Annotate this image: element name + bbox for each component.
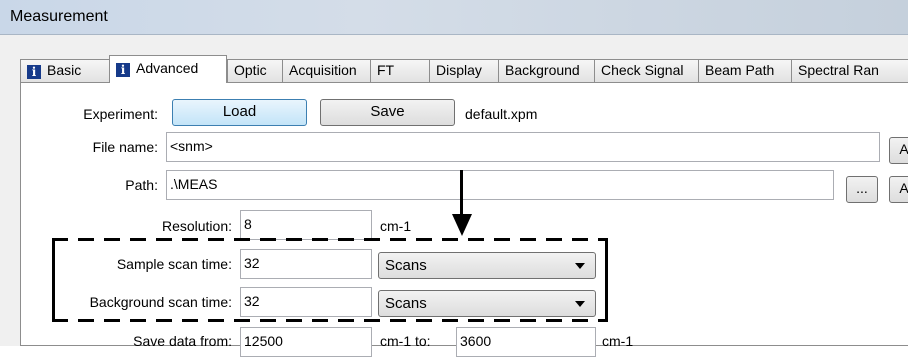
window-title: Measurement <box>10 8 108 25</box>
background-scan-unit-select[interactable]: Scans <box>378 290 596 317</box>
save-data-from-input[interactable]: 12500 <box>240 327 372 357</box>
sample-scan-unit-value: Scans <box>385 257 427 274</box>
info-icon: i <box>116 63 130 77</box>
tab-beam-path[interactable]: Beam Path <box>698 59 792 82</box>
save-data-to-input[interactable]: 3600 <box>456 327 596 357</box>
save-data-unit: cm-1 <box>602 333 634 349</box>
tab-check-signal[interactable]: Check Signal <box>594 59 699 82</box>
file-name-input[interactable]: <snm> <box>166 132 880 162</box>
experiment-label: Experiment: <box>83 106 158 122</box>
path-button[interactable]: A <box>889 176 908 203</box>
tab-ft[interactable]: FT <box>370 59 430 82</box>
tab-label: Spectral Ran <box>798 62 879 78</box>
chevron-down-icon <box>575 301 585 307</box>
path-label: Path: <box>125 177 158 193</box>
resolution-label: Resolution: <box>161 218 232 234</box>
tab-display[interactable]: Display <box>429 59 499 82</box>
load-button[interactable]: Load <box>172 99 307 126</box>
sample-scan-input[interactable]: 32 <box>240 249 372 279</box>
save-data-to-label: cm-1 to: <box>380 333 431 349</box>
path-input[interactable]: .\MEAS <box>166 170 834 200</box>
tab-label: Optic <box>234 62 267 78</box>
browse-button[interactable]: ... <box>846 176 878 203</box>
file-name-label: File name: <box>92 139 158 155</box>
save-data-label: Save data from: <box>133 333 232 349</box>
experiment-file: default.xpm <box>465 106 538 122</box>
resolution-input[interactable]: 8 <box>240 210 372 240</box>
sample-scan-unit-select[interactable]: Scans <box>378 252 596 279</box>
tab-spectral-range[interactable]: Spectral Ran <box>791 59 908 82</box>
sample-scan-label: Sample scan time: <box>116 256 232 272</box>
info-icon: i <box>27 65 41 79</box>
chevron-down-icon <box>575 263 585 269</box>
file-name-button[interactable]: A <box>889 137 908 164</box>
background-scan-input[interactable]: 32 <box>240 287 372 317</box>
tab-label: FT <box>377 62 395 78</box>
tab-label: Display <box>436 62 482 78</box>
tab-advanced[interactable]: i Advanced <box>109 55 227 83</box>
tab-label: Background <box>505 62 580 78</box>
tab-background[interactable]: Background <box>498 59 595 82</box>
tab-label: Check Signal <box>601 62 684 78</box>
tab-basic[interactable]: i Basic <box>20 59 110 82</box>
tab-optic[interactable]: Optic <box>227 59 283 82</box>
tab-label: Acquisition <box>289 62 357 78</box>
annotation-arrow-head-icon <box>452 214 472 236</box>
window-title-bar: Measurement <box>0 0 908 35</box>
annotation-arrow-shaft <box>460 170 463 218</box>
tab-label: Basic <box>47 62 82 78</box>
background-scan-label: Background scan time: <box>89 294 232 310</box>
tab-acquisition[interactable]: Acquisition <box>282 59 371 82</box>
save-button[interactable]: Save <box>320 99 455 126</box>
tab-bar: i Basic i Advanced Optic Acquisition FT Di… <box>20 55 908 83</box>
resolution-unit: cm-1 <box>380 218 412 234</box>
background-scan-unit-value: Scans <box>385 295 427 312</box>
tab-label: Advanced <box>136 60 199 76</box>
tab-label: Beam Path <box>705 62 775 78</box>
